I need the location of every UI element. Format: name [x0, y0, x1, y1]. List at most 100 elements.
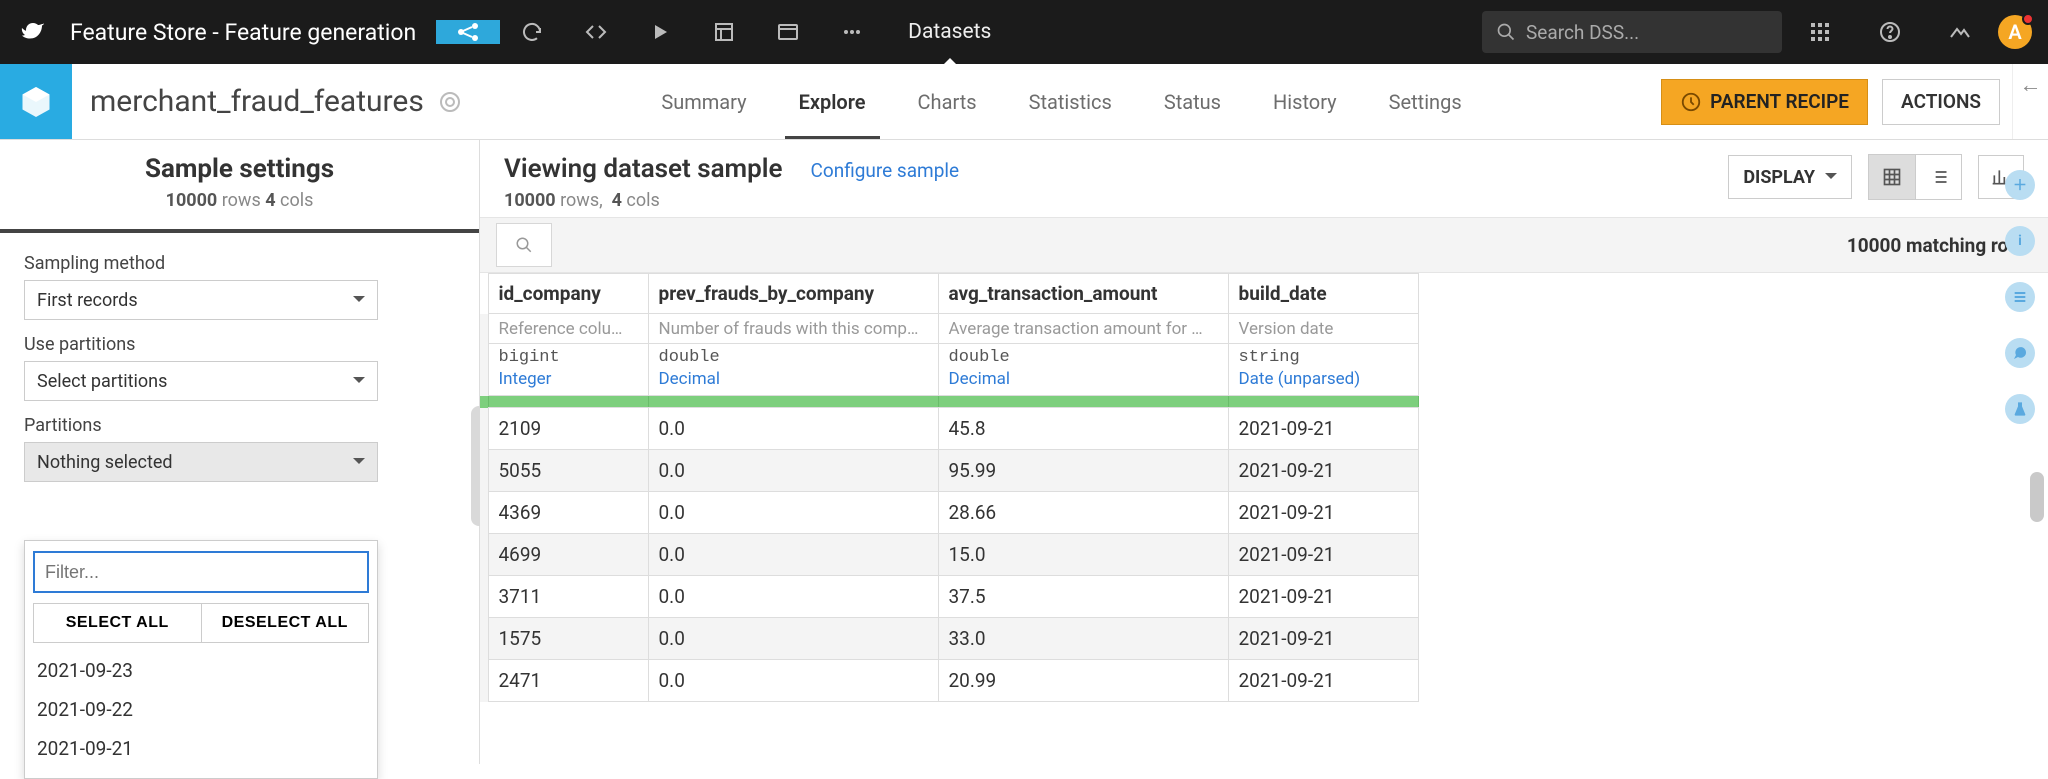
- flow-icon[interactable]: [436, 20, 500, 44]
- logo-bird-icon[interactable]: [0, 20, 64, 44]
- table-row[interactable]: 2471 0.0 20.99 2021-09-21: [480, 660, 1418, 702]
- table-row[interactable]: 5055 0.0 95.99 2021-09-21: [480, 450, 1418, 492]
- deselect-all-button[interactable]: DESELECT ALL: [202, 603, 370, 643]
- global-search[interactable]: Search DSS...: [1482, 11, 1782, 53]
- filter-toolbar: 10000 matching rows: [480, 217, 2048, 273]
- code-icon[interactable]: [564, 20, 628, 44]
- search-icon: [1496, 22, 1516, 42]
- add-panel-icon[interactable]: ＋: [2005, 170, 2035, 200]
- play-icon[interactable]: [628, 20, 692, 44]
- tab-statistics[interactable]: Statistics: [1003, 64, 1138, 139]
- top-bar: Feature Store - Feature generation Datas…: [0, 0, 2048, 64]
- col-stype: double: [659, 348, 928, 367]
- configure-sample-link[interactable]: Configure sample: [811, 159, 960, 182]
- table-view-icon[interactable]: [1869, 155, 1915, 199]
- sidebar-rows-label: rows: [222, 190, 261, 211]
- sampling-method-value: First records: [37, 290, 138, 311]
- col-header[interactable]: build_date: [1228, 274, 1418, 314]
- explore-rows: 10000: [504, 190, 556, 211]
- column-search-button[interactable]: [496, 223, 552, 267]
- cell-avg-amount: 15.0: [938, 534, 1228, 576]
- activity-icon[interactable]: [1928, 20, 1992, 44]
- right-collapse-strip[interactable]: ←: [2012, 64, 2048, 139]
- sampling-method-select[interactable]: First records: [24, 280, 378, 320]
- display-button[interactable]: DISPLAY: [1728, 155, 1852, 199]
- sidebar-stats: 10000 rows 4 cols: [0, 190, 479, 211]
- project-name[interactable]: Feature Store - Feature generation: [64, 19, 436, 46]
- explore-content: Viewing dataset sample Configure sample …: [480, 140, 2048, 764]
- info-panel-icon[interactable]: i: [2005, 226, 2035, 256]
- select-all-button[interactable]: SELECT ALL: [33, 603, 202, 643]
- tab-settings[interactable]: Settings: [1363, 64, 1488, 139]
- sidebar-cols-label: cols: [280, 190, 313, 211]
- view-mode-toggle: [1868, 154, 1962, 200]
- explore-title: Viewing dataset sample: [504, 154, 783, 184]
- table-row[interactable]: 1575 0.0 33.0 2021-09-21: [480, 618, 1418, 660]
- actions-label: ACTIONS: [1901, 90, 1981, 113]
- col-meaning[interactable]: Integer: [499, 369, 638, 389]
- apps-grid-icon[interactable]: [1788, 20, 1852, 44]
- search-placeholder: Search DSS...: [1526, 21, 1639, 44]
- tab-status[interactable]: Status: [1138, 64, 1247, 139]
- col-desc: Reference colu…: [488, 314, 648, 344]
- partitions-filter-input[interactable]: [33, 551, 369, 593]
- col-header[interactable]: prev_frauds_by_company: [648, 274, 938, 314]
- avatar[interactable]: A: [1998, 15, 2032, 49]
- sample-settings-panel: Sample settings 10000 rows 4 cols Sampli…: [0, 140, 480, 764]
- partitions-dropdown: SELECT ALL DESELECT ALL 2021-09-23 2021-…: [24, 540, 378, 779]
- tab-history[interactable]: History: [1247, 64, 1363, 139]
- chevron-down-icon: [1825, 173, 1837, 185]
- partition-option[interactable]: 2021-09-23: [33, 651, 369, 690]
- lab-icon[interactable]: [2005, 394, 2035, 424]
- list-view-icon[interactable]: [1915, 155, 1961, 199]
- data-table-wrap[interactable]: id_company prev_frauds_by_company avg_tr…: [480, 273, 2048, 764]
- cell-id-company: 4369: [488, 492, 648, 534]
- cell-id-company: 3711: [488, 576, 648, 618]
- partition-option[interactable]: 2021-09-21: [33, 729, 369, 768]
- cell-prev-frauds: 0.0: [648, 492, 938, 534]
- more-icon[interactable]: [820, 20, 884, 44]
- webapp-icon[interactable]: [756, 20, 820, 44]
- cell-id-company: 2471: [488, 660, 648, 702]
- schema-panel-icon[interactable]: [2005, 282, 2035, 312]
- target-icon[interactable]: [438, 90, 462, 114]
- discussions-icon[interactable]: [2005, 338, 2035, 368]
- parent-recipe-button[interactable]: PARENT RECIPE: [1661, 79, 1868, 125]
- explore-stats: 10000 rows, 4 cols: [504, 190, 959, 211]
- cell-prev-frauds: 0.0: [648, 450, 938, 492]
- col-meaning[interactable]: Decimal: [659, 369, 928, 389]
- partitions-value: Nothing selected: [37, 452, 173, 473]
- use-partitions-select[interactable]: Select partitions: [24, 361, 378, 401]
- col-meaning[interactable]: Decimal: [949, 369, 1218, 389]
- col-header[interactable]: id_company: [488, 274, 648, 314]
- actions-button[interactable]: ACTIONS: [1882, 79, 2000, 125]
- cell-build-date: 2021-09-21: [1228, 660, 1418, 702]
- partition-option[interactable]: 2021-09-22: [33, 690, 369, 729]
- col-stype: string: [1239, 348, 1408, 367]
- dashboard-icon[interactable]: [692, 20, 756, 44]
- partitions-label: Partitions: [24, 415, 455, 436]
- cell-build-date: 2021-09-21: [1228, 492, 1418, 534]
- circle-arrows-icon[interactable]: [500, 20, 564, 44]
- col-header[interactable]: avg_transaction_amount: [938, 274, 1228, 314]
- breadcrumb-datasets[interactable]: Datasets: [884, 0, 1015, 64]
- dataset-type-icon: [0, 64, 72, 139]
- tab-summary[interactable]: Summary: [635, 64, 772, 139]
- tab-charts[interactable]: Charts: [892, 64, 1003, 139]
- table-row[interactable]: 4699 0.0 15.0 2021-09-21: [480, 534, 1418, 576]
- cell-prev-frauds: 0.0: [648, 660, 938, 702]
- table-row[interactable]: 4369 0.0 28.66 2021-09-21: [480, 492, 1418, 534]
- cell-id-company: 4699: [488, 534, 648, 576]
- partitions-select[interactable]: Nothing selected: [24, 442, 378, 482]
- vertical-scrollbar[interactable]: [2030, 472, 2044, 522]
- col-meaning[interactable]: Date (unparsed): [1239, 369, 1408, 389]
- col-desc: Number of frauds with this comp…: [648, 314, 938, 344]
- help-icon[interactable]: [1858, 20, 1922, 44]
- search-icon: [515, 236, 533, 254]
- cell-build-date: 2021-09-21: [1228, 450, 1418, 492]
- cell-avg-amount: 33.0: [938, 618, 1228, 660]
- table-row[interactable]: 3711 0.0 37.5 2021-09-21: [480, 576, 1418, 618]
- tab-explore[interactable]: Explore: [773, 64, 892, 139]
- dataset-tabs: Summary Explore Charts Statistics Status…: [462, 64, 1661, 139]
- table-row[interactable]: 2109 0.0 45.8 2021-09-21: [480, 408, 1418, 450]
